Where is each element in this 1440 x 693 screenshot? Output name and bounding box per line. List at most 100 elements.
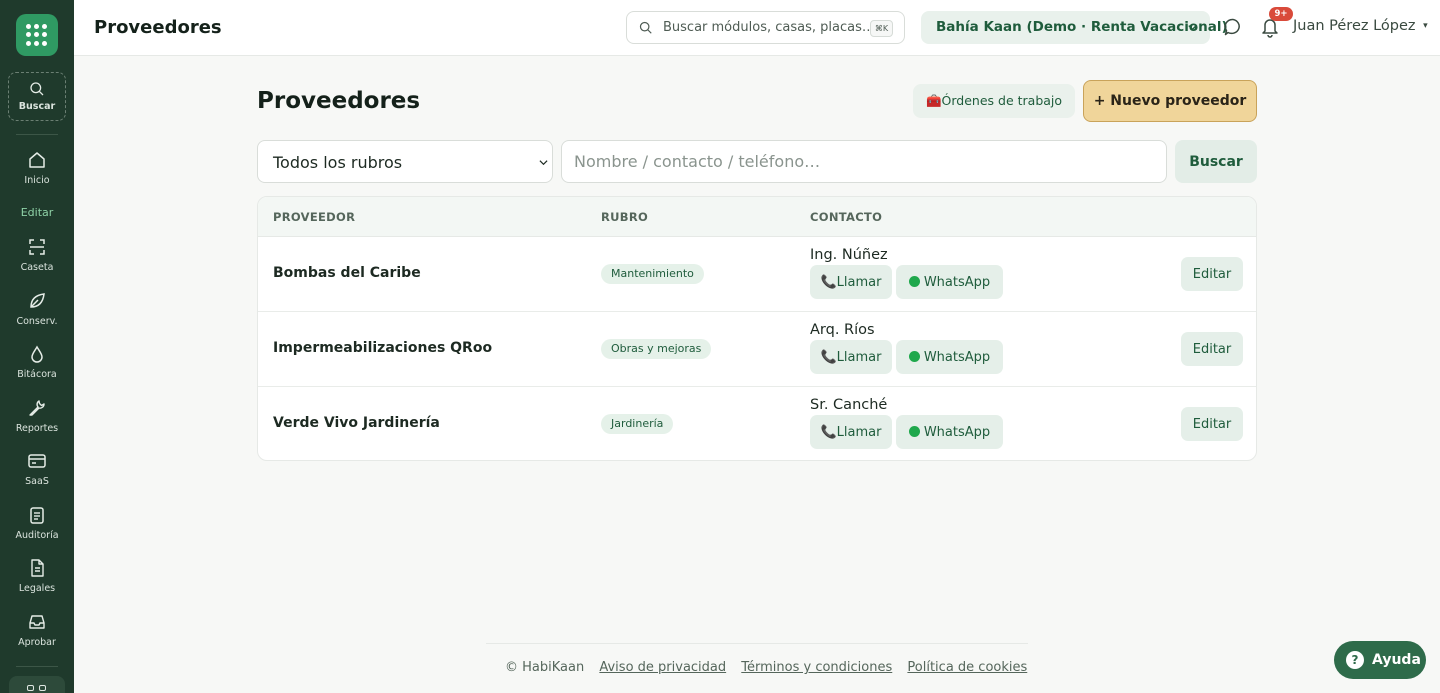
contact-name: Sr. Canché (810, 397, 888, 413)
whatsapp-icon (908, 275, 920, 287)
sidebar-item-conserv[interactable]: Conserv. (0, 291, 74, 337)
chevron-down-icon (1188, 25, 1197, 31)
work-orders-button[interactable]: 🧰Órdenes de trabajo (913, 84, 1075, 118)
search-placeholder: Buscar módulos, casas, placas… (663, 20, 875, 35)
sidebar: Buscar Inicio Editar Caseta Conserv. Bit… (0, 0, 74, 693)
top-bar: Proveedores Buscar módulos, casas, placa… (74, 0, 1440, 56)
chevron-down-icon (539, 160, 548, 166)
sidebar-item-reportes[interactable]: Reportes (0, 398, 74, 444)
help-label: Ayuda (1372, 652, 1421, 668)
tenant-name: Bahía Kaan (Demo · Renta Vacacional) (936, 19, 1228, 35)
category-filter-select[interactable]: Todos los rubros (257, 140, 553, 183)
sidebar-item-label: Bitácora (17, 369, 57, 380)
category-filter-value: Todos los rubros (273, 153, 403, 172)
table-row: Impermeabilizaciones QRoo Obras y mejora… (258, 312, 1256, 387)
whatsapp-button[interactable]: WhatsApp (896, 415, 1003, 449)
caret-down-icon: ▾ (1423, 21, 1428, 31)
question-icon: ? (1346, 651, 1364, 669)
grid-icon (27, 685, 34, 691)
terms-link[interactable]: Términos y condiciones (741, 660, 892, 675)
clipboard-icon (30, 507, 44, 524)
whatsapp-button[interactable]: WhatsApp (896, 340, 1003, 374)
providers-table: PROVEEDOR RUBRO CONTACTO Bombas del Cari… (257, 196, 1257, 461)
privacy-link[interactable]: Aviso de privacidad (599, 660, 726, 675)
sidebar-item-label: Auditoría (15, 530, 59, 541)
whatsapp-button[interactable]: WhatsApp (896, 265, 1003, 299)
sidebar-item-saas[interactable]: SaaS (0, 451, 74, 497)
whatsapp-label: WhatsApp (923, 349, 991, 365)
column-header-category: RUBRO (601, 210, 649, 224)
table-row: Bombas del Caribe Mantenimiento Ing. Núñ… (258, 237, 1256, 312)
edit-button[interactable]: Editar (1181, 407, 1243, 441)
sidebar-item-label: Inicio (24, 175, 50, 186)
sidebar-item-label: Buscar (18, 101, 56, 112)
sidebar-section-title: Editar (20, 206, 54, 219)
document-icon (31, 559, 44, 577)
provider-search-input[interactable] (561, 140, 1167, 183)
contact-name: Ing. Núñez (810, 247, 888, 263)
wrench-icon (29, 400, 45, 416)
whatsapp-icon (908, 425, 920, 437)
grid-icon (39, 685, 46, 691)
search-button[interactable]: Buscar (1175, 140, 1257, 183)
page-title: Proveedores (257, 88, 421, 114)
tenant-selector[interactable]: Bahía Kaan (Demo · Renta Vacacional) (921, 11, 1228, 44)
chat-icon[interactable] (1223, 17, 1243, 37)
sidebar-item-auditoria[interactable]: Auditoría (0, 505, 74, 551)
provider-name: Verde Vivo Jardinería (273, 415, 440, 431)
sidebar-item-buscar[interactable]: Buscar (0, 81, 74, 127)
sidebar-item-label: Legales (18, 583, 56, 594)
leaf-icon (30, 293, 45, 308)
notification-badge: 9+ (1269, 7, 1293, 21)
user-menu[interactable]: Juan Pérez López ▾ (1293, 18, 1428, 34)
category-badge: Obras y mejoras (601, 339, 712, 359)
call-button[interactable]: 📞Llamar (810, 340, 892, 374)
drop-icon (31, 345, 43, 363)
footer: © HabiKaan Aviso de privacidad Términos … (505, 660, 1038, 675)
provider-name: Bombas del Caribe (273, 265, 421, 281)
category-badge: Jardinería (601, 414, 674, 434)
table-header: PROVEEDOR RUBRO CONTACTO (258, 197, 1256, 237)
user-name: Juan Pérez López (1293, 18, 1416, 34)
whatsapp-label: WhatsApp (923, 424, 991, 440)
global-search-input[interactable]: Buscar módulos, casas, placas… ⌘K (626, 11, 905, 44)
search-icon (639, 21, 652, 34)
new-provider-button[interactable]: + Nuevo proveedor (1083, 80, 1257, 122)
apps-grid-icon[interactable] (16, 14, 58, 56)
column-header-contact: CONTACTO (810, 210, 883, 224)
sidebar-item-bitacora[interactable]: Bitácora (0, 344, 74, 390)
provider-name: Impermeabilizaciones QRoo (273, 340, 493, 356)
footer-divider (486, 643, 1028, 644)
contact-name: Arq. Ríos (810, 322, 875, 338)
header-title: Proveedores (94, 17, 222, 38)
home-icon (29, 152, 45, 168)
table-row: Verde Vivo Jardinería Jardinería Sr. Can… (258, 387, 1256, 460)
search-icon (30, 82, 44, 96)
edit-button[interactable]: Editar (1181, 257, 1243, 291)
sidebar-item-legales[interactable]: Legales (0, 558, 74, 604)
scan-icon (29, 239, 45, 255)
card-icon (28, 454, 46, 468)
sidebar-item-label: Aprobar (18, 637, 56, 648)
call-button[interactable]: 📞Llamar (810, 415, 892, 449)
sidebar-divider (16, 134, 58, 135)
whatsapp-label: WhatsApp (923, 274, 991, 290)
whatsapp-icon (908, 350, 920, 362)
inbox-icon (29, 615, 45, 629)
sidebar-item-inicio[interactable]: Inicio (0, 150, 74, 196)
sidebar-item-aprobar[interactable]: Aprobar (0, 612, 74, 658)
sidebar-divider (16, 666, 58, 667)
call-button[interactable]: 📞Llamar (810, 265, 892, 299)
collapse-sidebar-button[interactable] (9, 676, 65, 693)
sidebar-item-caseta[interactable]: Caseta (0, 237, 74, 283)
category-badge: Mantenimiento (601, 264, 704, 284)
copyright-text: © HabiKaan (505, 660, 585, 675)
column-header-provider: PROVEEDOR (273, 210, 356, 224)
help-button[interactable]: ? Ayuda (1334, 641, 1426, 679)
sidebar-item-label: Caseta (20, 262, 54, 273)
edit-button[interactable]: Editar (1181, 332, 1243, 366)
cookies-link[interactable]: Política de cookies (907, 660, 1027, 675)
sidebar-item-label: Reportes (15, 423, 59, 434)
sidebar-item-label: SaaS (25, 476, 49, 487)
shortcut-badge: ⌘K (870, 20, 893, 37)
